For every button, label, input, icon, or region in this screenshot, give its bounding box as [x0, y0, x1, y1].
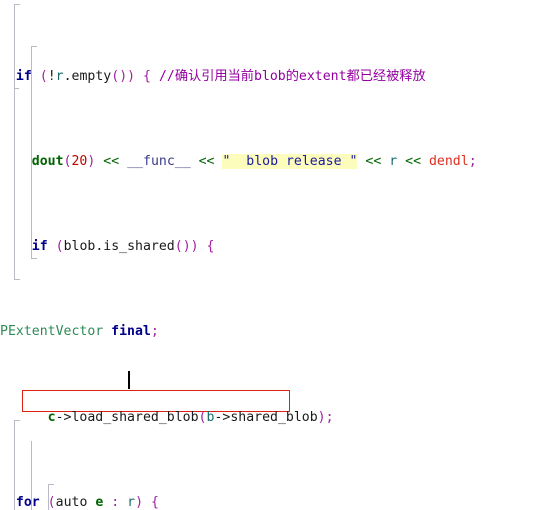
token-punct: );: [317, 409, 334, 425]
token-comment: //确认引用当前blob的extent都已经被释放: [158, 68, 426, 84]
token-var: r: [389, 154, 398, 170]
token-operator: <<: [365, 154, 382, 170]
token-var: r: [127, 494, 136, 510]
token-punct: {: [206, 239, 215, 255]
token-punct: (: [47, 494, 56, 510]
code-line[interactable]: for (auto e : r) {: [0, 492, 540, 510]
token-string-highlighted: " blob release ": [222, 154, 358, 170]
code-line[interactable]: dout(20) << __func__ << " blob release "…: [0, 151, 540, 172]
token-punct: (: [39, 68, 48, 84]
code-line[interactable]: PExtentVector final;: [0, 321, 540, 342]
token-punct: (: [55, 239, 64, 255]
token-var: c: [47, 409, 56, 425]
token-punct: {: [151, 494, 159, 510]
token-function: dout: [31, 154, 64, 170]
token-punct: ;: [468, 154, 477, 170]
token-punct: ): [135, 494, 144, 510]
code-line[interactable]: if (blob.is_shared()) {: [0, 236, 540, 257]
token-keyword: final: [111, 324, 151, 340]
token-method: empty: [71, 68, 112, 84]
token-method: load_shared_blob: [71, 409, 199, 425]
token-punct: ;: [150, 324, 159, 340]
token-keyword2: auto: [55, 494, 88, 510]
token-operator: <<: [198, 154, 215, 170]
token-punct: :: [111, 494, 120, 510]
code-line[interactable]: c->load_shared_blob(b->shared_blob);: [0, 407, 540, 428]
token-arrow: ->: [55, 409, 72, 425]
token-arrow: ->: [214, 409, 231, 425]
token-operator: <<: [103, 154, 120, 170]
token-member: shared_blob: [230, 409, 318, 425]
token-punct: {: [143, 68, 151, 84]
token-keyword: for: [15, 494, 40, 510]
token-var: r: [55, 68, 64, 84]
token-type: PExtentVector: [0, 324, 104, 340]
code-text[interactable]: if (!r.empty()) { //确认引用当前blob的extent都已经…: [0, 0, 540, 510]
token-keyword: if: [31, 239, 48, 255]
token-dot: .: [63, 68, 72, 84]
token-operator: <<: [405, 154, 422, 170]
token-number: 20: [71, 154, 88, 170]
token-macro: __func__: [127, 154, 191, 170]
token-method: is_shared: [103, 239, 175, 255]
token-punct: ()): [111, 68, 136, 84]
token-op: !: [47, 68, 56, 84]
token-literal: dendl: [428, 154, 469, 170]
token-keyword: if: [15, 68, 32, 84]
code-line[interactable]: if (!r.empty()) { //确认引用当前blob的extent都已经…: [0, 66, 540, 87]
code-editor-view[interactable]: if (!r.empty()) { //确认引用当前blob的extent都已经…: [0, 0, 552, 510]
token-punct: ()): [174, 239, 199, 255]
token-var: blob: [63, 239, 96, 255]
